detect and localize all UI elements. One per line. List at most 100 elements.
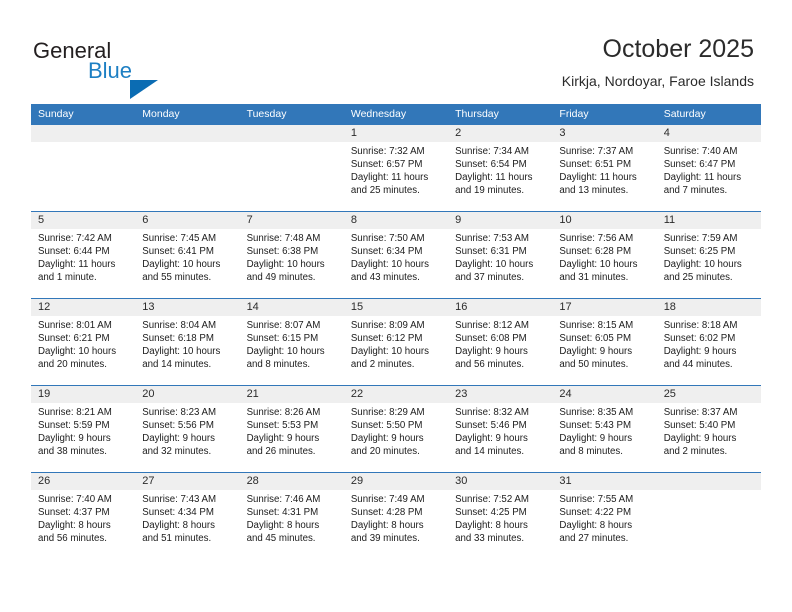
calendar-day-cell[interactable]: 5 Sunrise: 7:42 AM Sunset: 6:44 PM Daylight…: [31, 211, 136, 299]
day-detail-line: and 13 minutes.: [559, 185, 629, 197]
calendar-day-cell[interactable]: 6 Sunrise: 7:45 AM Sunset: 6:41 PM Daylight…: [135, 211, 240, 299]
calendar-day-cell[interactable]: 11 Sunrise: 7:59 AM Sunset: 6:25 PM Dayligh…: [656, 211, 761, 299]
calendar-day-cell[interactable]: 4 Sunrise: 7:40 AM Sunset: 6:47 PM Daylight…: [656, 125, 761, 212]
calendar-week-row: 26 Sunrise: 7:40 AM Sunset: 4:37 PM Dayligh…: [31, 472, 761, 559]
day-details: Sunrise: 7:55 AM Sunset: 4:22 PM Daylight:…: [552, 490, 656, 545]
day-number: 10: [552, 212, 657, 229]
day-cell-inner: 24 Sunrise: 8:35 AM Sunset: 5:43 PM Dayligh…: [552, 386, 657, 472]
day-details: Sunrise: 8:04 AM Sunset: 6:18 PM Daylight:…: [135, 316, 239, 371]
day-number: 11: [656, 212, 761, 229]
day-details: Sunrise: 7:46 AM Sunset: 4:31 PM Daylight:…: [240, 490, 344, 545]
day-details: Sunrise: 8:09 AM Sunset: 6:12 PM Daylight:…: [344, 316, 448, 371]
day-number: 12: [31, 299, 136, 316]
day-cell-inner: 22 Sunrise: 8:29 AM Sunset: 5:50 PM Dayligh…: [343, 386, 449, 472]
calendar-week-row: 1 Sunrise: 7:32 AM Sunset: 6:57 PM Daylight…: [31, 125, 761, 212]
day-detail-line: Sunset: 6:31 PM: [455, 246, 527, 258]
day-detail-line: Daylight: 10 hours: [455, 259, 534, 271]
calendar-day-cell[interactable]: 29 Sunrise: 7:49 AM Sunset: 4:28 PM Dayligh…: [343, 472, 449, 559]
day-detail-line: Daylight: 8 hours: [38, 520, 111, 532]
calendar-day-cell[interactable]: 12 Sunrise: 8:01 AM Sunset: 6:21 PM Dayligh…: [31, 298, 136, 386]
calendar-day-cell[interactable]: 14 Sunrise: 8:07 AM Sunset: 6:15 PM Dayligh…: [239, 298, 344, 386]
day-detail-line: Sunset: 5:43 PM: [559, 420, 632, 432]
day-cell-inner: 15 Sunrise: 8:09 AM Sunset: 6:12 PM Dayligh…: [343, 299, 449, 385]
calendar-day-cell[interactable]: 23 Sunrise: 8:32 AM Sunset: 5:46 PM Dayligh…: [448, 385, 553, 473]
day-detail-line: Daylight: 9 hours: [142, 433, 215, 445]
day-detail-line: Sunset: 6:18 PM: [142, 333, 214, 345]
day-detail-line: and 50 minutes.: [559, 359, 629, 371]
day-cell-inner: 12 Sunrise: 8:01 AM Sunset: 6:21 PM Dayligh…: [31, 299, 136, 385]
calendar-day-cell[interactable]: 1 Sunrise: 7:32 AM Sunset: 6:57 PM Daylight…: [343, 125, 449, 212]
day-detail-line: Daylight: 11 hours: [350, 172, 429, 184]
calendar-day-cell[interactable]: 18 Sunrise: 8:18 AM Sunset: 6:02 PM Dayligh…: [656, 298, 761, 386]
calendar-day-cell[interactable]: 17 Sunrise: 8:15 AM Sunset: 6:05 PM Dayligh…: [552, 298, 657, 386]
day-number: 21: [239, 386, 344, 403]
calendar-empty-cell: [656, 472, 761, 559]
day-number: 25: [656, 386, 761, 403]
calendar-day-cell[interactable]: 21 Sunrise: 8:26 AM Sunset: 5:53 PM Dayligh…: [239, 385, 344, 473]
calendar-day-cell[interactable]: 24 Sunrise: 8:35 AM Sunset: 5:43 PM Dayligh…: [552, 385, 657, 473]
day-details: Sunrise: 7:42 AM Sunset: 6:44 PM Daylight:…: [31, 229, 135, 284]
day-detail-line: Daylight: 10 hours: [559, 259, 638, 271]
day-detail-line: Sunrise: 8:29 AM: [350, 407, 425, 418]
day-number: 26: [31, 473, 136, 490]
weekday-header-tuesday: Tuesday: [239, 104, 344, 125]
calendar-day-cell[interactable]: 15 Sunrise: 8:09 AM Sunset: 6:12 PM Dayligh…: [343, 298, 449, 386]
calendar-day-cell[interactable]: 22 Sunrise: 8:29 AM Sunset: 5:50 PM Dayligh…: [343, 385, 449, 473]
day-detail-line: Daylight: 8 hours: [142, 520, 215, 532]
calendar-day-cell[interactable]: 20 Sunrise: 8:23 AM Sunset: 5:56 PM Dayligh…: [135, 385, 240, 473]
calendar-day-cell[interactable]: 10 Sunrise: 7:56 AM Sunset: 6:28 PM Dayligh…: [552, 211, 657, 299]
calendar-week-row: 19 Sunrise: 8:21 AM Sunset: 5:59 PM Dayligh…: [31, 385, 761, 473]
day-number: 30: [448, 473, 553, 490]
calendar-day-cell[interactable]: 2 Sunrise: 7:34 AM Sunset: 6:54 PM Daylight…: [448, 125, 553, 212]
calendar-day-cell[interactable]: 3 Sunrise: 7:37 AM Sunset: 6:51 PM Daylight…: [552, 125, 657, 212]
day-detail-line: Sunset: 4:31 PM: [246, 507, 319, 519]
calendar-day-cell[interactable]: 31 Sunrise: 7:55 AM Sunset: 4:22 PM Dayligh…: [552, 472, 657, 559]
day-detail-line: Sunset: 4:25 PM: [455, 507, 527, 519]
calendar-day-cell[interactable]: 16 Sunrise: 8:12 AM Sunset: 6:08 PM Dayligh…: [448, 298, 553, 386]
title-block: October 2025 Kirkja, Nordoyar, Faroe Isl…: [562, 34, 754, 90]
calendar-day-cell[interactable]: 7 Sunrise: 7:48 AM Sunset: 6:38 PM Daylight…: [239, 211, 344, 299]
calendar-day-cell[interactable]: 26 Sunrise: 7:40 AM Sunset: 4:37 PM Dayligh…: [31, 472, 136, 559]
weekday-header-wednesday: Wednesday: [343, 104, 449, 125]
calendar-day-cell[interactable]: 9 Sunrise: 7:53 AM Sunset: 6:31 PM Daylight…: [448, 211, 553, 299]
day-cell-inner: 28 Sunrise: 7:46 AM Sunset: 4:31 PM Dayligh…: [239, 473, 344, 559]
calendar-day-cell[interactable]: 28 Sunrise: 7:46 AM Sunset: 4:31 PM Dayligh…: [239, 472, 344, 559]
day-number: 7: [239, 212, 344, 229]
day-detail-line: Sunrise: 8:21 AM: [38, 407, 112, 418]
day-detail-line: Sunrise: 7:55 AM: [559, 494, 634, 505]
day-detail-line: Sunset: 4:22 PM: [559, 507, 632, 519]
day-detail-line: Sunrise: 7:46 AM: [246, 494, 321, 505]
calendar-day-cell[interactable]: 19 Sunrise: 8:21 AM Sunset: 5:59 PM Dayligh…: [31, 385, 136, 473]
day-cell-inner: 4 Sunrise: 7:40 AM Sunset: 6:47 PM Daylight…: [656, 125, 761, 211]
day-details: Sunrise: 7:45 AM Sunset: 6:41 PM Daylight:…: [135, 229, 239, 284]
day-detail-line: Sunrise: 7:49 AM: [350, 494, 425, 505]
day-detail-line: Sunrise: 8:37 AM: [663, 407, 738, 418]
day-detail-line: Daylight: 10 hours: [38, 346, 117, 358]
day-cell-inner: 10 Sunrise: 7:56 AM Sunset: 6:28 PM Dayligh…: [552, 212, 657, 298]
calendar-day-cell[interactable]: 8 Sunrise: 7:50 AM Sunset: 6:34 PM Daylight…: [343, 211, 449, 299]
calendar-day-cell[interactable]: 25 Sunrise: 8:37 AM Sunset: 5:40 PM Dayligh…: [656, 385, 761, 473]
day-detail-line: Sunrise: 7:50 AM: [350, 233, 425, 244]
day-detail-line: Sunrise: 7:37 AM: [559, 146, 634, 157]
day-details: Sunrise: 7:49 AM Sunset: 4:28 PM Daylight:…: [344, 490, 448, 545]
day-detail-line: and 32 minutes.: [142, 446, 212, 458]
day-number: 23: [448, 386, 553, 403]
day-details: Sunrise: 8:29 AM Sunset: 5:50 PM Daylight:…: [344, 403, 448, 458]
day-detail-line: Sunset: 4:37 PM: [38, 507, 110, 519]
day-number: [656, 473, 761, 490]
day-details: Sunrise: 8:37 AM Sunset: 5:40 PM Daylight:…: [657, 403, 761, 458]
calendar-page: General Blue October 2025 Kirkja, Nordoy…: [0, 0, 792, 612]
brand-logo[interactable]: General Blue: [33, 38, 213, 99]
day-detail-line: Daylight: 9 hours: [455, 433, 528, 445]
day-details: Sunrise: 7:34 AM Sunset: 6:54 PM Daylight:…: [448, 142, 552, 197]
day-details: Sunrise: 8:01 AM Sunset: 6:21 PM Daylight:…: [31, 316, 135, 371]
day-number: 29: [343, 473, 449, 490]
day-cell-inner: 21 Sunrise: 8:26 AM Sunset: 5:53 PM Dayligh…: [239, 386, 344, 472]
day-detail-line: Sunset: 6:15 PM: [246, 333, 319, 345]
calendar-day-cell[interactable]: 27 Sunrise: 7:43 AM Sunset: 4:34 PM Dayligh…: [135, 472, 240, 559]
day-detail-line: and 7 minutes.: [663, 185, 728, 197]
calendar-day-cell[interactable]: 30 Sunrise: 7:52 AM Sunset: 4:25 PM Dayligh…: [448, 472, 553, 559]
calendar-day-cell[interactable]: 13 Sunrise: 8:04 AM Sunset: 6:18 PM Dayligh…: [135, 298, 240, 386]
day-cell-inner: 26 Sunrise: 7:40 AM Sunset: 4:37 PM Dayligh…: [31, 473, 136, 559]
day-cell-inner: 19 Sunrise: 8:21 AM Sunset: 5:59 PM Dayligh…: [31, 386, 136, 472]
